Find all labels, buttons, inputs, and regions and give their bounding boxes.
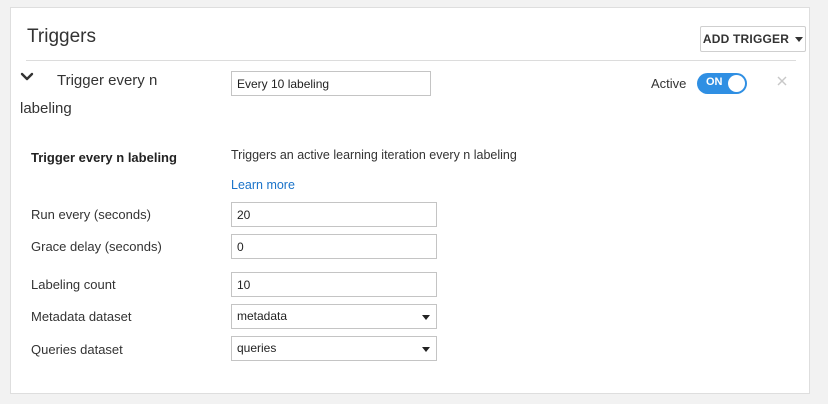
- active-toggle[interactable]: ON: [697, 73, 747, 94]
- metadata-dataset-value: metadata: [237, 309, 288, 323]
- grace-delay-label: Grace delay (seconds): [31, 239, 162, 254]
- section-title: Trigger every n labeling: [31, 150, 177, 165]
- panel-title: Triggers: [27, 26, 96, 47]
- add-trigger-button[interactable]: ADD TRIGGER: [700, 26, 806, 52]
- labeling-count-label: Labeling count: [31, 277, 116, 292]
- labeling-count-input[interactable]: [231, 272, 437, 297]
- caret-down-icon: [422, 347, 430, 352]
- trigger-name: Trigger every n labeling: [20, 72, 158, 117]
- metadata-dataset-label: Metadata dataset: [31, 309, 132, 324]
- trigger-name-input[interactable]: [231, 71, 431, 96]
- learn-more-link[interactable]: Learn more: [231, 178, 295, 192]
- active-label: Active: [651, 76, 687, 91]
- queries-dataset-select[interactable]: queries: [231, 336, 437, 361]
- caret-down-icon: [422, 315, 430, 320]
- caret-down-icon: [795, 36, 804, 42]
- toggle-state-label: ON: [706, 76, 723, 88]
- queries-dataset-value: queries: [237, 341, 277, 355]
- grace-delay-input[interactable]: [231, 234, 437, 259]
- toggle-knob: [728, 75, 745, 92]
- run-every-label: Run every (seconds): [31, 207, 151, 222]
- metadata-dataset-select[interactable]: metadata: [231, 304, 437, 329]
- trigger-description: Triggers an active learning iteration ev…: [231, 148, 517, 162]
- close-icon[interactable]: [775, 74, 789, 88]
- run-every-input[interactable]: [231, 202, 437, 227]
- add-trigger-label: ADD TRIGGER: [702, 32, 790, 46]
- queries-dataset-label: Queries dataset: [31, 342, 123, 357]
- panel-header: Triggers ADD TRIGGER: [26, 8, 806, 61]
